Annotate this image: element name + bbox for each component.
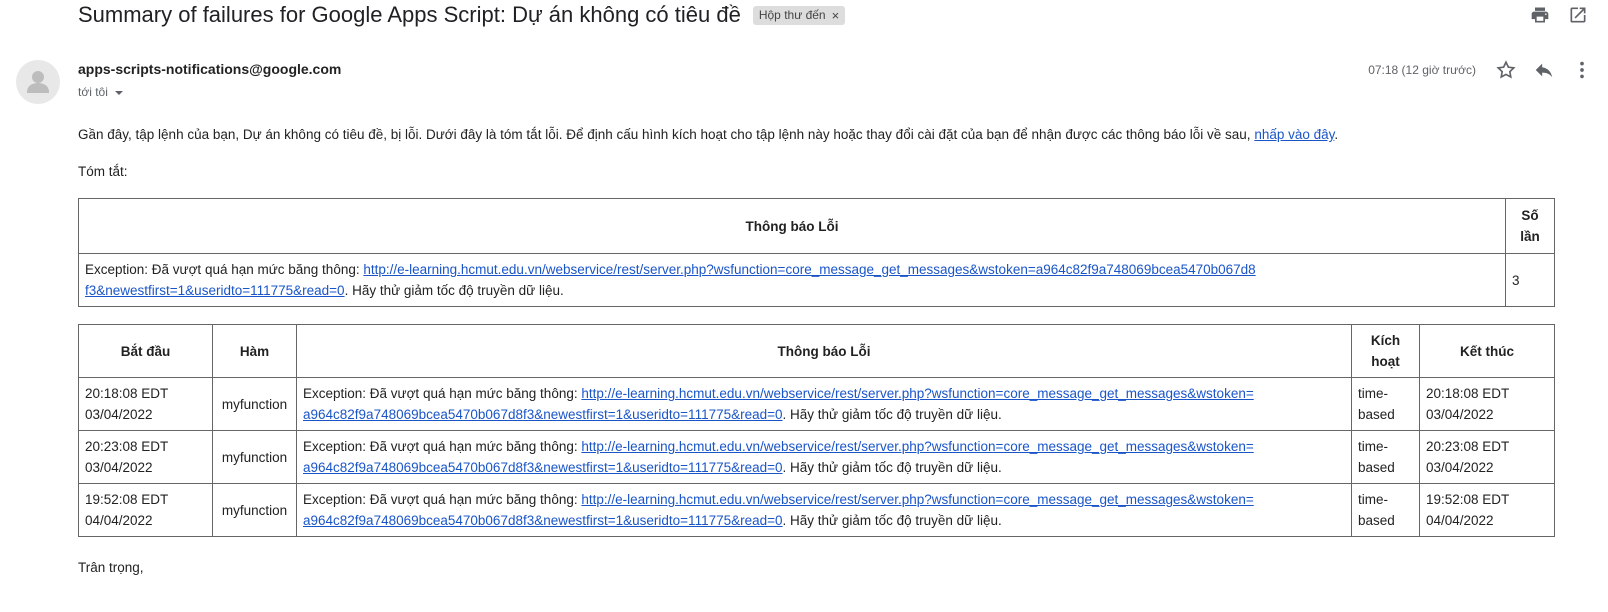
detail-header-end: Kết thúc bbox=[1419, 324, 1555, 378]
intro-text: Gần đây, tập lệnh của bạn, Dự án không c… bbox=[78, 127, 1255, 142]
error-url-line2: a964c82f9a748069bcea5470b067d8f3&newestf… bbox=[303, 513, 783, 528]
error-message-suffix: . Hãy thử giảm tốc độ truyền dữ liệu. bbox=[782, 513, 1002, 528]
open-in-new-window-icon[interactable] bbox=[1566, 3, 1590, 27]
end-time-cell: 20:18:08 EDT 03/04/2022 bbox=[1419, 377, 1555, 431]
inbox-label-text: Hộp thư đến bbox=[758, 8, 826, 22]
summary-header-row: Thông báo Lỗi Số lần bbox=[78, 198, 1555, 254]
summary-header-count: Số lần bbox=[1505, 198, 1555, 254]
message-timestamp: 07:18 (12 giờ trước) bbox=[1368, 63, 1476, 77]
error-url-line1: http://e-learning.hcmut.edu.vn/webservic… bbox=[581, 492, 1254, 507]
error-message-prefix: Exception: Đã vượt quá hạn mức băng thôn… bbox=[303, 492, 582, 507]
subject-row: Summary of failures for Google Apps Scri… bbox=[78, 0, 846, 30]
error-message-cell: Exception: Đã vượt quá hạn mức băng thôn… bbox=[296, 483, 1352, 537]
email-subject: Summary of failures for Google Apps Scri… bbox=[78, 2, 741, 27]
closing-text: Trân trọng, bbox=[78, 560, 144, 575]
start-time-cell: 20:18:08 EDT 03/04/2022 bbox=[78, 377, 213, 431]
summary-count-cell: 3 bbox=[1505, 253, 1555, 307]
error-url-line1: http://e-learning.hcmut.edu.vn/webservic… bbox=[581, 386, 1254, 401]
sender-avatar bbox=[16, 60, 60, 104]
detail-header-message: Thông báo Lỗi bbox=[296, 324, 1352, 378]
intro-paragraph: Gần đây, tập lệnh của bạn, Dự án không c… bbox=[78, 127, 1338, 142]
summary-table: Thông báo Lỗi Số lần Exception: Đã vượt … bbox=[78, 198, 1555, 307]
message-meta: 07:18 (12 giờ trước) bbox=[1368, 58, 1594, 82]
error-message-suffix: . Hãy thử giảm tốc độ truyền dữ liệu. bbox=[782, 407, 1002, 422]
print-icon[interactable] bbox=[1528, 3, 1552, 27]
detail-header-trigger: Kích hoạt bbox=[1351, 324, 1420, 378]
inbox-label-chip[interactable]: Hộp thư đến × bbox=[752, 5, 846, 25]
error-message-suffix: . Hãy thử giảm tốc độ truyền dữ liệu. bbox=[782, 460, 1002, 475]
table-row: 20:23:08 EDT 03/04/2022 myfunction Excep… bbox=[78, 430, 1555, 484]
error-message-suffix: . Hãy thử giảm tốc độ truyền dữ liệu. bbox=[344, 283, 564, 298]
error-message-prefix: Exception: Đã vượt quá hạn mức băng thôn… bbox=[85, 262, 364, 277]
trigger-cell: time-based bbox=[1351, 377, 1420, 431]
start-time-cell: 20:23:08 EDT 03/04/2022 bbox=[78, 430, 213, 484]
reply-icon[interactable] bbox=[1532, 58, 1556, 82]
error-message-prefix: Exception: Đã vượt quá hạn mức băng thôn… bbox=[303, 439, 582, 454]
summary-label: Tóm tắt: bbox=[78, 164, 128, 179]
table-row: Exception: Đã vượt quá hạn mức băng thôn… bbox=[78, 253, 1555, 307]
remove-label-icon[interactable]: × bbox=[832, 8, 840, 23]
sender-email[interactable]: apps-scripts-notifications@google.com bbox=[78, 61, 341, 77]
star-icon[interactable] bbox=[1494, 58, 1518, 82]
table-row: 19:52:08 EDT 04/04/2022 myfunction Excep… bbox=[78, 483, 1555, 537]
trigger-cell: time-based bbox=[1351, 483, 1420, 537]
detail-table: Bắt đầu Hàm Thông báo Lỗi Kích hoạt Kết … bbox=[78, 324, 1555, 537]
error-url-line1: http://e-learning.hcmut.edu.vn/webservic… bbox=[363, 262, 1256, 277]
start-time-cell: 19:52:08 EDT 04/04/2022 bbox=[78, 483, 213, 537]
detail-header-start: Bắt đầu bbox=[78, 324, 213, 378]
function-cell: myfunction bbox=[212, 430, 297, 484]
error-url-line1: http://e-learning.hcmut.edu.vn/webservic… bbox=[581, 439, 1254, 454]
error-url-line2: f3&newestfirst=1&useridto=111775&read=0 bbox=[85, 283, 345, 298]
function-cell: myfunction bbox=[212, 377, 297, 431]
recipient-details-toggle[interactable]: tới tôi bbox=[78, 85, 123, 99]
error-url-line2: a964c82f9a748069bcea5470b067d8f3&newestf… bbox=[303, 460, 783, 475]
thread-actions bbox=[1528, 3, 1590, 27]
detail-header-function: Hàm bbox=[212, 324, 297, 378]
recipient-text: tới tôi bbox=[78, 85, 108, 99]
trigger-cell: time-based bbox=[1351, 430, 1420, 484]
detail-header-row: Bắt đầu Hàm Thông báo Lỗi Kích hoạt Kết … bbox=[78, 324, 1555, 378]
settings-link[interactable]: nhấp vào đây bbox=[1254, 127, 1334, 142]
summary-message-cell: Exception: Đã vượt quá hạn mức băng thôn… bbox=[78, 253, 1506, 307]
error-message-cell: Exception: Đã vượt quá hạn mức băng thôn… bbox=[296, 430, 1352, 484]
end-time-cell: 19:52:08 EDT 04/04/2022 bbox=[1419, 483, 1555, 537]
intro-end: . bbox=[1334, 127, 1339, 142]
error-message-prefix: Exception: Đã vượt quá hạn mức băng thôn… bbox=[303, 386, 582, 401]
function-cell: myfunction bbox=[212, 483, 297, 537]
person-icon bbox=[27, 71, 49, 93]
end-time-cell: 20:23:08 EDT 03/04/2022 bbox=[1419, 430, 1555, 484]
more-vert-icon[interactable] bbox=[1570, 58, 1594, 82]
error-message-cell: Exception: Đã vượt quá hạn mức băng thôn… bbox=[296, 377, 1352, 431]
table-row: 20:18:08 EDT 03/04/2022 myfunction Excep… bbox=[78, 377, 1555, 431]
summary-header-message: Thông báo Lỗi bbox=[78, 198, 1506, 254]
error-url-line2: a964c82f9a748069bcea5470b067d8f3&newestf… bbox=[303, 407, 783, 422]
chevron-down-icon[interactable] bbox=[114, 91, 123, 95]
